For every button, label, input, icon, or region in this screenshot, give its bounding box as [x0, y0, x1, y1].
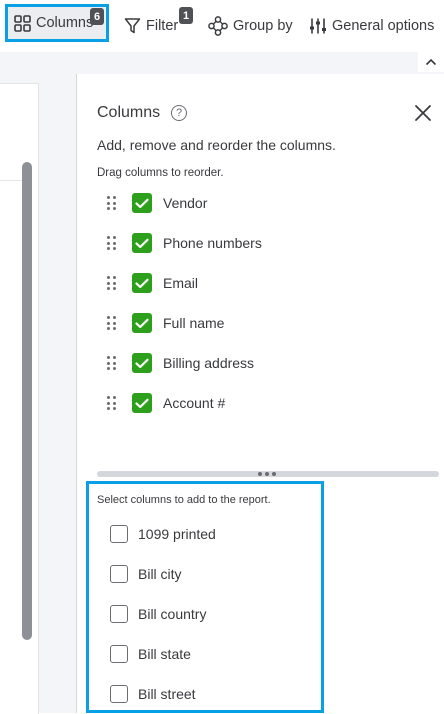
filter-count-badge: 1 — [179, 7, 193, 24]
available-column-item[interactable]: 1099 printed — [110, 523, 216, 545]
group-nodes-icon — [208, 16, 228, 36]
column-checkbox[interactable] — [110, 565, 128, 583]
drag-handle-icon[interactable] — [107, 276, 117, 290]
available-column-item[interactable]: Bill city — [110, 563, 182, 585]
grid-icon — [14, 14, 31, 32]
column-checkbox[interactable] — [110, 525, 128, 543]
report-card — [0, 83, 39, 714]
available-column-item[interactable]: Bill country — [110, 603, 206, 625]
column-label: Full name — [163, 315, 225, 331]
selected-column-item[interactable]: Email — [107, 271, 198, 295]
column-label: Billing address — [163, 355, 255, 371]
column-label: Bill state — [138, 646, 191, 662]
check-icon — [135, 398, 149, 408]
check-icon — [135, 278, 149, 288]
selected-column-item[interactable]: Account # — [107, 391, 225, 415]
column-label: Vendor — [163, 195, 208, 211]
columns-panel: Columns ? Add, remove and reorder the co… — [76, 74, 444, 713]
sliders-icon — [309, 17, 327, 35]
columns-button-label: Columns — [36, 15, 94, 31]
drag-handle-icon[interactable] — [107, 316, 117, 330]
available-column-item[interactable]: Bill state — [110, 643, 191, 665]
column-label: Bill country — [138, 606, 207, 622]
check-icon — [135, 358, 149, 368]
check-icon — [135, 318, 149, 328]
column-label: Email — [163, 275, 199, 291]
column-checkbox[interactable] — [110, 605, 128, 623]
column-checkbox[interactable] — [110, 685, 128, 703]
panel-description: Add, remove and reorder the columns. — [97, 137, 336, 153]
columns-count-badge: 6 — [90, 8, 104, 25]
drag-handle-icon[interactable] — [107, 396, 117, 410]
close-icon[interactable] — [414, 104, 432, 122]
general-options-button-label: General options — [332, 18, 435, 34]
selected-column-item[interactable]: Full name — [107, 311, 224, 335]
help-icon[interactable]: ? — [171, 105, 187, 121]
selected-column-item[interactable]: Phone numbers — [107, 231, 262, 255]
column-checkbox[interactable] — [132, 313, 152, 333]
column-checkbox[interactable] — [132, 233, 152, 253]
column-checkbox[interactable] — [132, 393, 152, 413]
columns-button[interactable]: Columns 6 — [5, 4, 109, 42]
check-icon — [135, 238, 149, 248]
selected-column-item[interactable]: Billing address — [107, 351, 254, 375]
available-columns-highlight — [86, 481, 324, 713]
chevron-up-icon — [425, 53, 437, 71]
column-checkbox[interactable] — [132, 273, 152, 293]
group-by-button-label: Group by — [233, 18, 293, 34]
column-label: 1099 printed — [138, 526, 216, 542]
selected-column-item[interactable]: Vendor — [107, 191, 207, 215]
column-label: Phone numbers — [163, 235, 262, 251]
available-column-item[interactable]: Bill street — [110, 683, 196, 705]
drag-handle-icon[interactable] — [107, 196, 117, 210]
column-label: Bill street — [138, 686, 196, 702]
group-by-button[interactable]: Group by — [208, 8, 293, 44]
collapse-toolbar-button[interactable] — [418, 52, 444, 72]
column-label: Account # — [163, 395, 226, 411]
column-label: Bill city — [138, 566, 182, 582]
funnel-icon — [124, 17, 141, 35]
report-toolbar: Columns 6 Filter 1 Group by General opti… — [0, 0, 444, 52]
report-scrollbar[interactable] — [22, 162, 32, 640]
column-checkbox[interactable] — [110, 645, 128, 663]
column-checkbox[interactable] — [132, 353, 152, 373]
drag-handle-icon[interactable] — [107, 236, 117, 250]
filter-button[interactable]: Filter 1 — [124, 7, 193, 44]
filter-button-label: Filter — [146, 18, 179, 34]
drag-handle-icon[interactable] — [107, 356, 117, 370]
general-options-button[interactable]: General options — [309, 8, 434, 44]
column-checkbox[interactable] — [132, 193, 152, 213]
available-columns-hint: Select columns to add to the report. — [97, 494, 271, 506]
divider-resize-handle[interactable] — [258, 472, 276, 476]
check-icon — [135, 198, 149, 208]
panel-title: Columns — [97, 104, 161, 121]
toolbar-bottom-strip — [0, 52, 444, 74]
report-row-divider — [0, 180, 22, 181]
drag-hint: Drag columns to reorder. — [97, 167, 224, 179]
